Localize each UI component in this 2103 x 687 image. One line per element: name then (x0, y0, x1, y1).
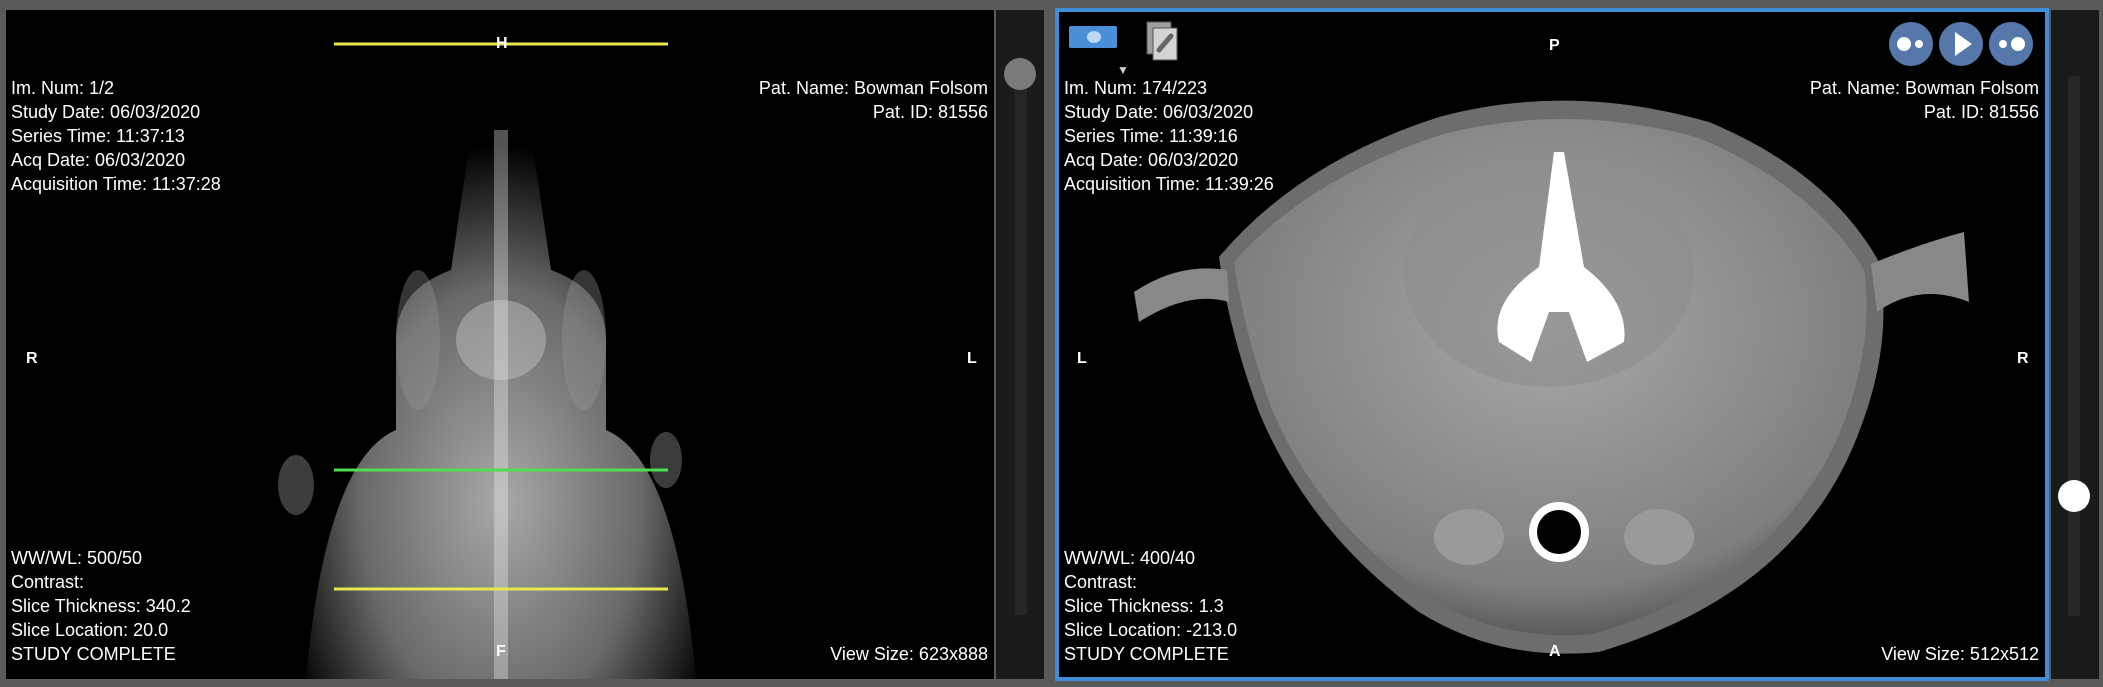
patient-name: Pat. Name: Bowman Folsom (1809, 78, 2039, 98)
play-cine-button[interactable] (1939, 22, 1983, 66)
orientation-right: R (2017, 350, 2029, 367)
orientation-left: R (26, 350, 38, 367)
window-level-tool-button[interactable] (1069, 26, 1117, 48)
play-icon (1955, 32, 1972, 56)
orientation-top: P (1549, 37, 1560, 54)
image-number: Im. Num: 174/223 (1064, 78, 1208, 98)
contrast: Contrast: (11, 572, 85, 592)
info-top-left: Im. Num: 1/2 Study Date: 06/03/2020 Seri… (11, 76, 221, 196)
patient-name: Pat. Name: Bowman Folsom (758, 78, 988, 98)
series-time: Series Time: 11:39:16 (1064, 126, 1238, 146)
orientation-top: H (496, 35, 508, 52)
info-top-left: Im. Num: 174/223 Study Date: 06/03/2020 … (1064, 76, 1274, 196)
patient-id: Pat. ID: 81556 (872, 102, 988, 122)
patient-id: Pat. ID: 81556 (1923, 102, 2039, 122)
previous-image-button[interactable] (1889, 22, 1933, 66)
contrast: Contrast: (1064, 572, 1138, 592)
image-number: Im. Num: 1/2 (11, 78, 115, 98)
info-top-right: Pat. Name: Bowman Folsom Pat. ID: 81556 (759, 76, 988, 124)
viewport-left[interactable]: Im. Num: 1/2 Study Date: 06/03/2020 Seri… (6, 10, 994, 679)
orientation-bottom: A (1549, 643, 1561, 660)
orientation-bottom: F (496, 643, 506, 660)
window-level: WW/WL: 500/50 (11, 548, 143, 568)
view-size: View Size: 623x888 (830, 644, 988, 664)
acquisition-time: Acquisition Time: 11:39:26 (1064, 174, 1274, 194)
acquisition-time: Acquisition Time: 11:37:28 (11, 174, 221, 194)
window-level: WW/WL: 400/40 (1064, 548, 1196, 568)
info-top-right: Pat. Name: Bowman Folsom Pat. ID: 81556 (1810, 76, 2039, 124)
orientation-right: L (967, 350, 977, 367)
right-slice-scrollbar[interactable] (2068, 76, 2080, 616)
viewport-right[interactable]: ▼ P Im. Num: 174/223 Study Date: 06/03/2… (1055, 8, 2049, 681)
study-date: Study Date: 06/03/2020 (1064, 102, 1254, 122)
next-image-button[interactable] (1989, 22, 2033, 66)
acq-date: Acq Date: 06/03/2020 (1064, 150, 1239, 170)
info-bottom-left: WW/WL: 500/50 Contrast: Slice Thickness:… (11, 546, 191, 666)
window-level-icon (1087, 31, 1101, 43)
next-icon (1999, 37, 2025, 51)
info-bottom-left: WW/WL: 400/40 Contrast: Slice Thickness:… (1064, 546, 1237, 666)
series-time: Series Time: 11:37:13 (11, 126, 185, 146)
slice-thickness: Slice Thickness: 1.3 (1064, 596, 1224, 616)
slice-location: Slice Location: -213.0 (1064, 620, 1238, 640)
link-series-button[interactable] (1145, 20, 1181, 62)
study-status: STUDY COMPLETE (11, 644, 176, 664)
link-icon (1146, 21, 1178, 61)
left-slice-scrollbar[interactable] (1015, 70, 1027, 615)
previous-icon (1897, 37, 1923, 51)
study-status: STUDY COMPLETE (1064, 644, 1229, 664)
slice-location: Slice Location: 20.0 (11, 620, 169, 640)
acq-date: Acq Date: 06/03/2020 (11, 150, 186, 170)
orientation-left: L (1077, 350, 1087, 367)
study-date: Study Date: 06/03/2020 (11, 102, 201, 122)
left-slice-slider-thumb[interactable] (1004, 58, 1036, 90)
slice-thickness: Slice Thickness: 340.2 (11, 596, 191, 616)
view-size: View Size: 512x512 (1881, 644, 2039, 664)
right-slice-slider-thumb[interactable] (2058, 480, 2090, 512)
